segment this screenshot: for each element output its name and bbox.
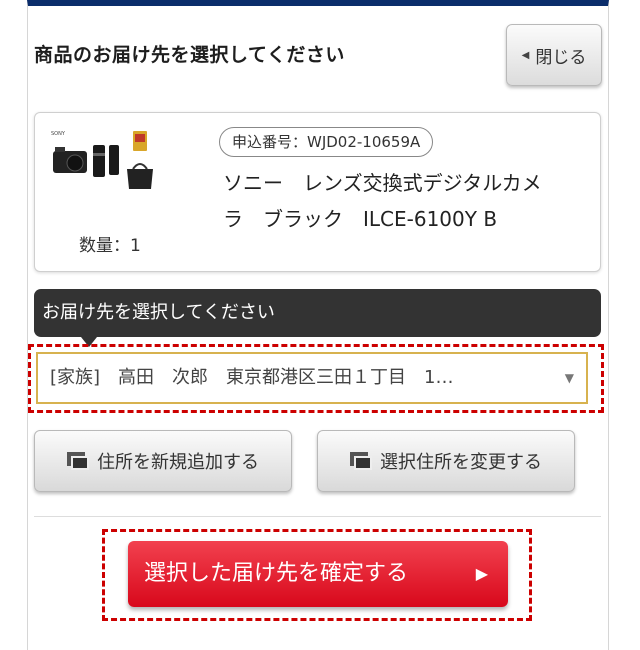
change-address-button[interactable]: 選択住所を変更する <box>317 430 575 492</box>
confirm-address-button[interactable]: 選択した届け先を確定する ▶ <box>128 541 508 607</box>
close-button-label: 閉じる <box>535 47 587 68</box>
product-name-line-2: ラ ブラック ILCE-6100Y B <box>223 207 498 231</box>
select-address-tooltip: お届け先を選択してください <box>34 289 601 337</box>
address-select-value: [家族] 高田 次郎 東京都港区三田１丁目 1… <box>50 367 454 388</box>
add-address-button[interactable]: 住所を新規追加する <box>34 430 292 492</box>
quantity-label: 数量：1 <box>79 236 141 256</box>
change-address-label: 選択住所を変更する <box>380 452 542 473</box>
page-title: 商品のお届け先を選択してください <box>34 44 345 66</box>
caret-down-icon: ▼ <box>564 371 574 385</box>
product-name-line-1: ソニー レンズ交換式デジタルカメ <box>223 171 542 195</box>
order-number-badge: 申込番号：WJD02-10659A <box>219 127 434 157</box>
svg-text:SONY: SONY <box>51 131 66 137</box>
product-thumbnail: SONY <box>51 131 153 189</box>
product-card: SONY 数量：1 申込番号：WJD02-10659A ソニー レンズ交換式デジ… <box>34 112 601 272</box>
triangle-left-icon: ◀ <box>521 49 530 61</box>
confirm-button-label: 選択した届け先を確定する <box>144 561 409 586</box>
add-address-label: 住所を新規追加する <box>97 452 259 473</box>
product-name: ソニー レンズ交換式デジタルカメ ラ ブラック ILCE-6100Y B <box>223 165 593 237</box>
address-select[interactable]: [家族] 高田 次郎 東京都港区三田１丁目 1… ▼ <box>36 352 588 404</box>
play-arrow-icon: ▶ <box>475 564 488 583</box>
address-selection-panel: 商品のお届け先を選択してください ◀ 閉じる SONY 数量：1 申込番号：WJ… <box>27 0 609 650</box>
close-button[interactable]: ◀ 閉じる <box>506 24 602 86</box>
divider <box>34 516 601 517</box>
address-card-icon <box>350 452 372 470</box>
address-card-icon <box>67 452 89 470</box>
